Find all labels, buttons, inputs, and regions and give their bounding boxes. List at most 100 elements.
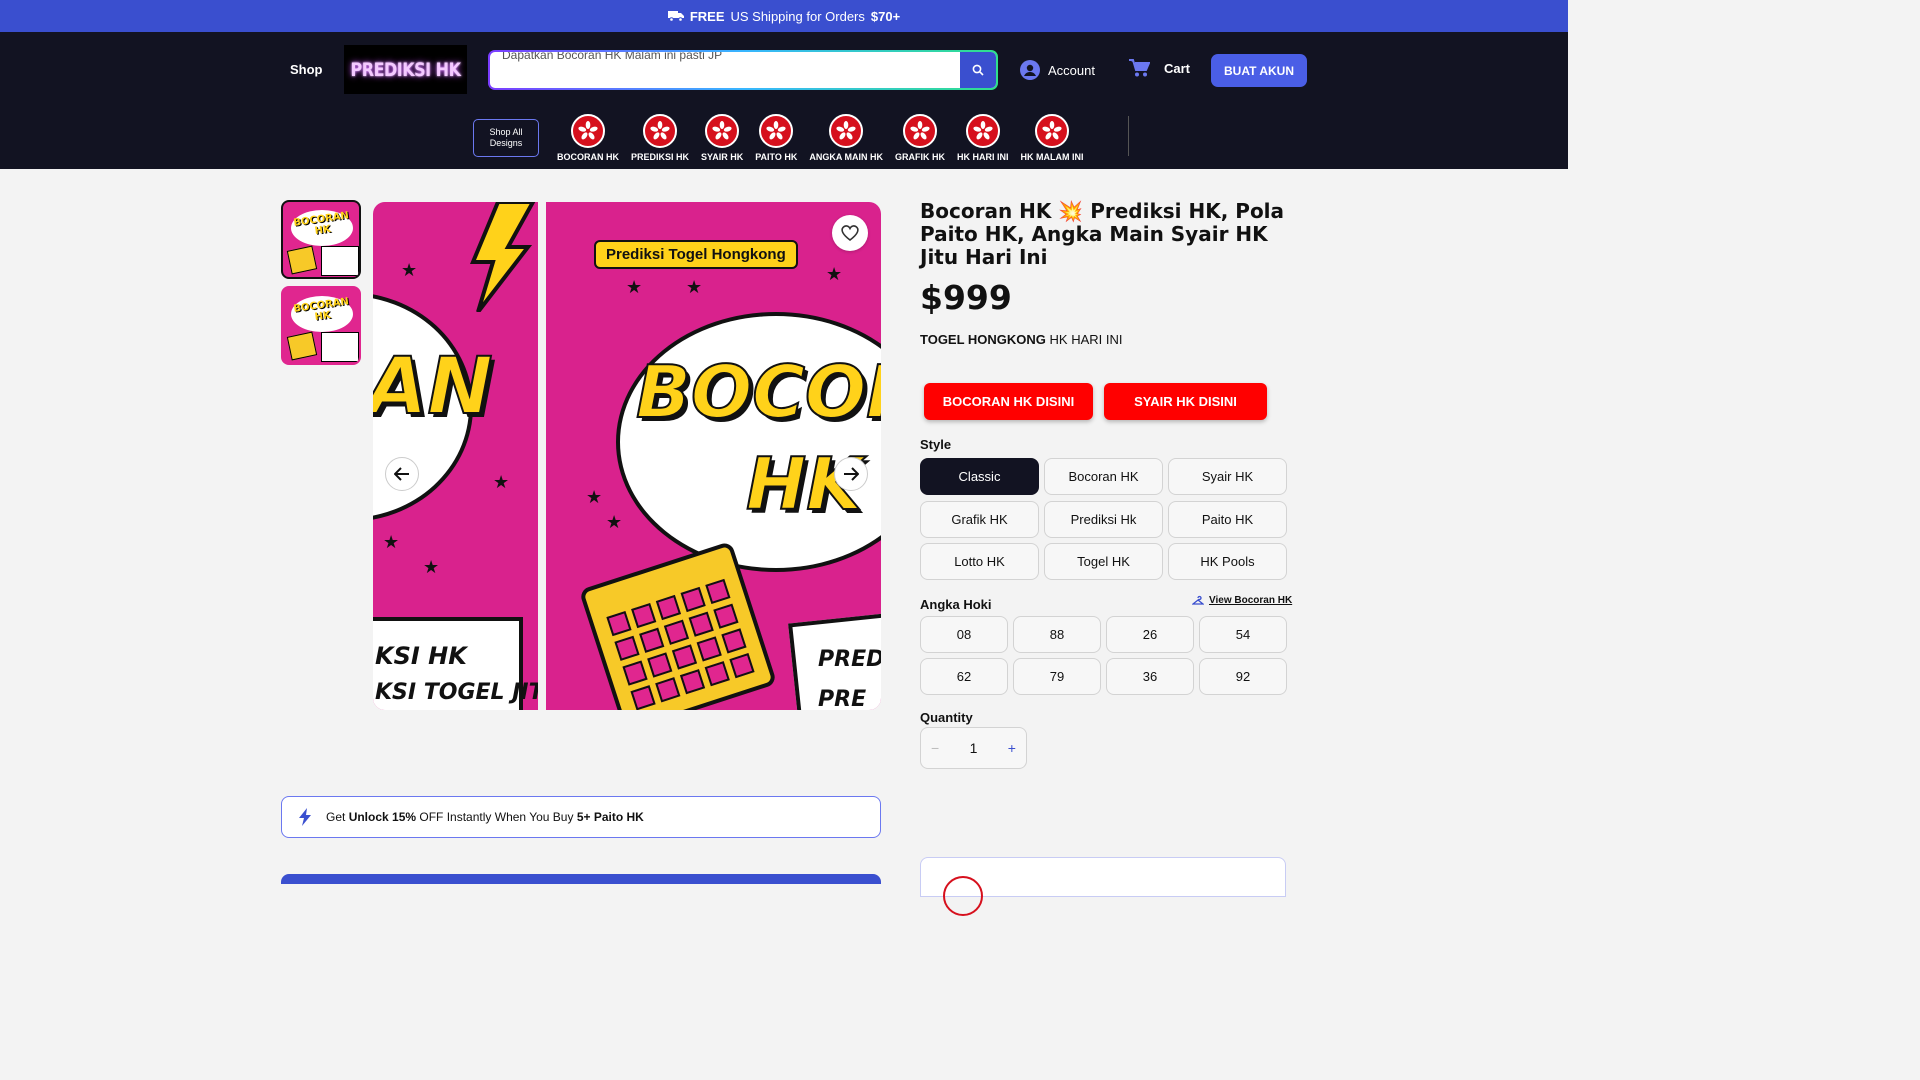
search-button[interactable]	[960, 52, 996, 88]
hanger-icon	[1192, 595, 1204, 605]
syair-button[interactable]: SYAIR HK DISINI	[1104, 383, 1267, 420]
category-item[interactable]: ANGKA MAIN HK	[809, 114, 883, 162]
gallery-card-text: PRE	[818, 687, 867, 710]
gallery-card-text: KSI HK	[375, 642, 467, 670]
number-option[interactable]: 08	[920, 616, 1008, 653]
number-option[interactable]: 92	[1199, 658, 1287, 695]
site-logo[interactable]: PREDIKSI HK	[344, 45, 467, 94]
shop-all-button[interactable]: Shop All Designs	[473, 119, 539, 157]
style-option[interactable]: Prediksi Hk	[1044, 501, 1163, 538]
category-label: PREDIKSI HK	[631, 152, 690, 162]
style-option[interactable]: Paito HK	[1168, 501, 1287, 538]
product-price: $999	[920, 278, 1012, 317]
quantity-increase-button[interactable]: +	[1008, 740, 1016, 756]
promo-banner: Get Unlock 15% OFF Instantly When You Bu…	[281, 796, 881, 838]
number-option[interactable]: 88	[1013, 616, 1101, 653]
category-label: HK MALAM INI	[1020, 152, 1084, 162]
arrow-right-icon	[844, 467, 859, 481]
logo-text: PREDIKSI HK	[350, 58, 461, 81]
search-icon	[972, 64, 984, 76]
gallery-pill-label: Prediksi Togel Hongkong	[594, 240, 798, 269]
style-label: Style	[920, 437, 952, 452]
hk-flag-icon	[965, 114, 1000, 148]
style-option[interactable]: HK Pools	[1168, 543, 1287, 580]
hk-flag-icon	[643, 114, 677, 148]
category-label: BOCORAN HK	[557, 152, 619, 162]
category-item[interactable]: BOCORAN HK	[557, 114, 619, 162]
gallery-card-text: PRED	[818, 647, 881, 672]
user-icon	[1020, 60, 1040, 80]
angka-hoki-label: Angka Hoki	[920, 597, 992, 612]
number-options: 08 88 26 54 62 79 36 92	[920, 616, 1287, 695]
category-item[interactable]: GRAFIK HK	[895, 114, 945, 162]
cart-icon	[1129, 59, 1150, 77]
search-input[interactable]	[490, 52, 960, 62]
gallery-big-text: BOCORA	[635, 349, 881, 435]
hk-flag-icon	[571, 114, 605, 148]
style-option[interactable]: Grafik HK	[920, 501, 1039, 538]
category-item[interactable]: HK MALAM INI	[1021, 114, 1084, 162]
number-option[interactable]: 36	[1106, 658, 1194, 695]
arrow-left-icon	[394, 467, 409, 481]
product-gallery: AN ★★ ★★ KSI HK KSI TOGEL JITU ★★ ★★ ★ P…	[373, 202, 881, 710]
quantity-decrease-button[interactable]: −	[931, 740, 939, 756]
hk-flag-icon	[903, 114, 938, 148]
promo-text: Get Unlock 15% OFF Instantly When You Bu…	[326, 810, 644, 824]
style-option[interactable]: Togel HK	[1044, 543, 1163, 580]
category-label: SYAIR HK	[701, 152, 744, 162]
number-option[interactable]: 54	[1199, 616, 1287, 653]
product-subtitle: TOGEL HONGKONG HK HARI INI	[920, 332, 1123, 347]
style-option[interactable]: Syair HK	[1168, 458, 1287, 495]
hk-flag-icon	[705, 114, 740, 148]
shop-link[interactable]: Shop	[290, 62, 323, 77]
previous-image-button[interactable]	[385, 457, 419, 491]
gallery-image-previous: AN ★★ ★★ KSI HK KSI TOGEL JITU	[373, 202, 538, 710]
gallery-big-text: AN	[373, 341, 494, 433]
cart-link[interactable]: Cart	[1128, 58, 1190, 78]
style-option[interactable]: Classic	[920, 458, 1039, 495]
lightning-icon	[299, 808, 311, 826]
number-option[interactable]: 62	[920, 658, 1008, 695]
category-label: GRAFIK HK	[895, 152, 946, 162]
gallery-image-current: ★★ ★★ ★ Prediksi Togel Hongkong BOCORA H…	[546, 202, 881, 710]
thumbnail-list: BOCORAN HK BOCORAN HK	[281, 200, 361, 372]
site-header: Shop PREDIKSI HK Account Cart BUAT AKUN …	[0, 32, 1568, 169]
category-item[interactable]: PAITO HK	[755, 114, 797, 162]
category-label: PAITO HK	[755, 152, 798, 162]
category-label: HK HARI INI	[957, 152, 1009, 162]
quantity-value[interactable]: 1	[970, 740, 978, 756]
announcement-text: US Shipping for Orders	[730, 8, 865, 24]
hk-flag-icon	[759, 114, 794, 148]
thumbnail-1[interactable]: BOCORAN HK	[281, 200, 361, 279]
cart-label: Cart	[1164, 60, 1191, 76]
thumbnail-2[interactable]: BOCORAN HK	[281, 286, 361, 365]
announcement-bold: FREE	[689, 8, 725, 24]
category-item[interactable]: SYAIR HK	[701, 114, 743, 162]
bocoran-button[interactable]: BOCORAN HK DISINI	[924, 383, 1093, 420]
number-option[interactable]: 79	[1013, 658, 1101, 695]
style-option[interactable]: Lotto HK	[920, 543, 1039, 580]
style-option[interactable]: Bocoran HK	[1044, 458, 1163, 495]
style-options: Classic Bocoran HK Syair HK Grafik HK Pr…	[920, 458, 1287, 580]
product-title: Bocoran HK 💥 Prediksi HK, Pola Paito HK,…	[920, 199, 1285, 269]
gallery-card-text: KSI TOGEL JITU	[375, 680, 538, 705]
category-nav: Shop All Designs BOCORAN HK PREDIKSI HK …	[473, 114, 1090, 162]
view-bocoran-link[interactable]: View Bocoran HK	[1192, 595, 1292, 606]
quantity-stepper: − 1 +	[920, 727, 1027, 769]
number-option[interactable]: 26	[1106, 616, 1194, 653]
wishlist-button[interactable]	[832, 215, 868, 251]
account-link[interactable]: Account	[1020, 60, 1095, 80]
category-item[interactable]: HK HARI INI	[957, 114, 1009, 162]
create-account-button[interactable]: BUAT AKUN	[1211, 54, 1307, 87]
hk-flag-icon	[829, 114, 864, 148]
announcement-amount: $70+	[870, 8, 901, 24]
category-item[interactable]: PREDIKSI HK	[631, 114, 689, 162]
next-image-button[interactable]	[834, 457, 868, 491]
announcement-bar: FREE US Shipping for Orders $70+	[0, 0, 1568, 32]
add-to-cart-strip[interactable]	[281, 874, 881, 884]
quantity-label: Quantity	[920, 710, 973, 725]
seal-icon	[943, 876, 983, 916]
nav-divider	[1128, 116, 1129, 156]
category-label: ANGKA MAIN HK	[809, 152, 884, 162]
info-box	[920, 857, 1286, 916]
